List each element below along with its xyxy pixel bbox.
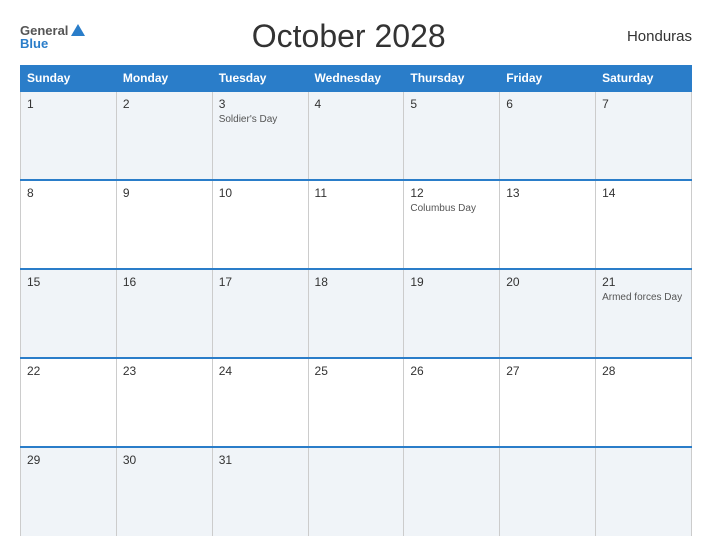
calendar-cell: 25 (308, 358, 404, 447)
week-row-2: 89 10 11 12 Columbus Day 13 14 (21, 180, 692, 269)
calendar-cell: 7 (596, 91, 692, 180)
days-of-week-row: SundayMondayTuesdayWednesdayThursdayFrid… (21, 66, 692, 92)
day-number: 22 (27, 364, 110, 378)
calendar-cell: 31 (212, 447, 308, 536)
calendar-cell: 14 (596, 180, 692, 269)
day-of-week-saturday: Saturday (596, 66, 692, 92)
day-number: 6 (506, 97, 589, 111)
calendar-cell: 30 (116, 447, 212, 536)
logo-triangle-icon (71, 24, 85, 36)
day-number: 18 (315, 275, 398, 289)
calendar-cell: 17 (212, 269, 308, 358)
day-number: 7 (602, 97, 685, 111)
day-of-week-monday: Monday (116, 66, 212, 92)
calendar-cell: 21 Armed forces Day (596, 269, 692, 358)
holiday-label: Soldier's Day (219, 113, 302, 126)
country-label: Honduras (612, 28, 692, 45)
day-number: 4 (315, 97, 398, 111)
calendar-cell: 29 (21, 447, 117, 536)
calendar-cell: 27 (500, 358, 596, 447)
day-number: 16 (123, 275, 206, 289)
day-of-week-thursday: Thursday (404, 66, 500, 92)
day-number: 19 (410, 275, 493, 289)
calendar-cell: 2 (116, 91, 212, 180)
week-row-5: 29 30 31 (21, 447, 692, 536)
calendar-cell: 10 (212, 180, 308, 269)
day-number: 31 (219, 453, 302, 467)
day-number: 2 (123, 97, 206, 111)
day-number: 21 (602, 275, 685, 289)
header: General Blue October 2028 Honduras (20, 18, 692, 55)
calendar-cell: 4 (308, 91, 404, 180)
calendar-header: SundayMondayTuesdayWednesdayThursdayFrid… (21, 66, 692, 92)
calendar-cell: 16 (116, 269, 212, 358)
day-number: 13 (506, 186, 589, 200)
week-row-3: 15 16 17 18 19 20 21 Armed forces Day (21, 269, 692, 358)
calendar-body: 123Soldier's Day456789101112Columbus Day… (21, 91, 692, 536)
calendar-cell: 23 (116, 358, 212, 447)
day-number: 29 (27, 453, 110, 467)
calendar-cell: 6 (500, 91, 596, 180)
holiday-label: Armed forces Day (602, 291, 685, 304)
calendar-cell (500, 447, 596, 536)
day-number: 25 (315, 364, 398, 378)
calendar-cell (308, 447, 404, 536)
day-number: 15 (27, 275, 110, 289)
calendar-cell: 20 (500, 269, 596, 358)
calendar-cell: 11 (308, 180, 404, 269)
calendar-cell: 1 (21, 91, 117, 180)
calendar-cell (404, 447, 500, 536)
day-of-week-friday: Friday (500, 66, 596, 92)
day-number: 5 (410, 97, 493, 111)
day-number: 3 (219, 97, 302, 111)
week-row-1: 123 Soldier's Day 4567 (21, 91, 692, 180)
day-of-week-wednesday: Wednesday (308, 66, 404, 92)
calendar-cell: 22 (21, 358, 117, 447)
day-number: 30 (123, 453, 206, 467)
day-number: 10 (219, 186, 302, 200)
day-number: 20 (506, 275, 589, 289)
day-number: 14 (602, 186, 685, 200)
day-number: 11 (315, 186, 398, 200)
calendar-cell: 5 (404, 91, 500, 180)
day-number: 17 (219, 275, 302, 289)
day-number: 1 (27, 97, 110, 111)
calendar-cell: 24 (212, 358, 308, 447)
calendar-title: October 2028 (85, 18, 612, 55)
day-number: 26 (410, 364, 493, 378)
calendar-cell (596, 447, 692, 536)
day-of-week-tuesday: Tuesday (212, 66, 308, 92)
day-number: 24 (219, 364, 302, 378)
calendar-cell: 26 (404, 358, 500, 447)
calendar-cell: 28 (596, 358, 692, 447)
calendar-cell: 18 (308, 269, 404, 358)
logo: General Blue (20, 24, 85, 50)
page: General Blue October 2028 Honduras Sunda… (0, 0, 712, 550)
logo-general-text: General (20, 24, 68, 37)
holiday-label: Columbus Day (410, 202, 493, 215)
day-number: 8 (27, 186, 110, 200)
calendar-cell: 8 (21, 180, 117, 269)
calendar-cell: 13 (500, 180, 596, 269)
day-number: 28 (602, 364, 685, 378)
calendar-cell: 12 Columbus Day (404, 180, 500, 269)
day-number: 12 (410, 186, 493, 200)
calendar-cell: 9 (116, 180, 212, 269)
calendar-cell: 15 (21, 269, 117, 358)
logo-blue-text: Blue (20, 37, 48, 50)
day-number: 27 (506, 364, 589, 378)
calendar-cell: 19 (404, 269, 500, 358)
calendar-cell: 3 Soldier's Day (212, 91, 308, 180)
day-number: 9 (123, 186, 206, 200)
day-of-week-sunday: Sunday (21, 66, 117, 92)
calendar-table: SundayMondayTuesdayWednesdayThursdayFrid… (20, 65, 692, 536)
day-number: 23 (123, 364, 206, 378)
week-row-4: 22 23 24 25 26 27 28 (21, 358, 692, 447)
